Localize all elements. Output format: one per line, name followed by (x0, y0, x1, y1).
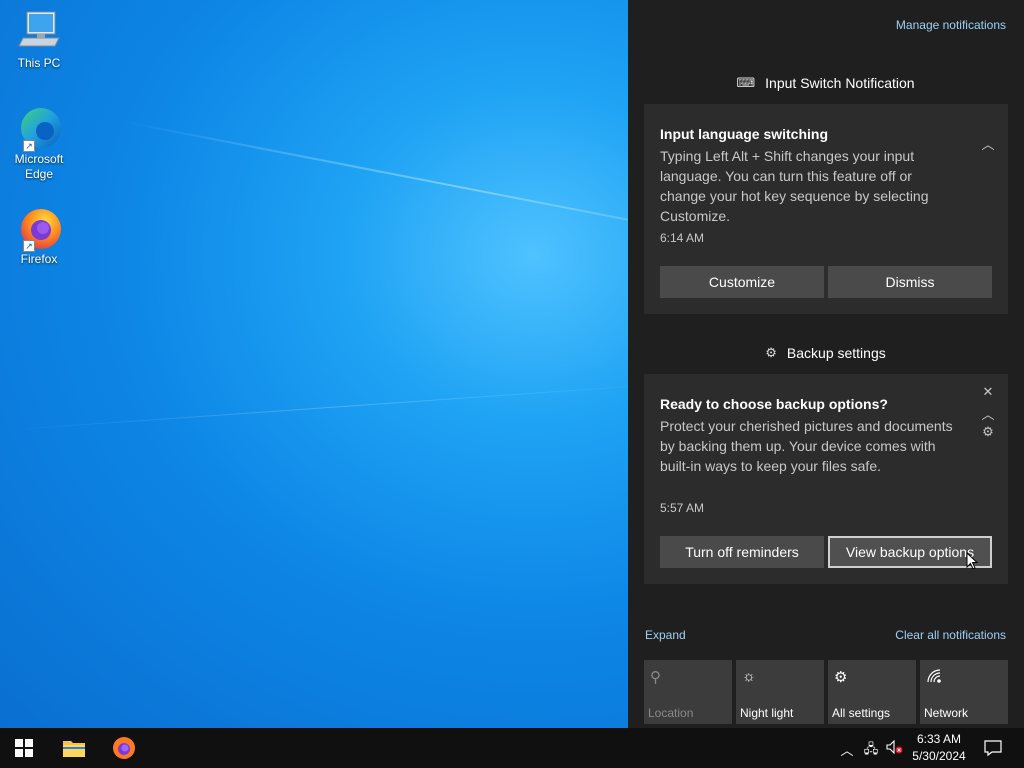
notification-title: Ready to choose backup options? (660, 396, 888, 412)
notification-body: Typing Left Alt + Shift changes your inp… (660, 148, 929, 224)
expand-link[interactable]: Expand (645, 628, 686, 642)
show-hidden-icons-chevron-up-icon[interactable]: ︿ (838, 740, 856, 759)
dismiss-button[interactable]: Dismiss (828, 266, 992, 298)
shortcut-arrow-icon: ↗ (23, 240, 35, 252)
folder-icon (63, 741, 85, 757)
customize-button[interactable]: Customize (660, 266, 824, 298)
quick-action-label: Network (924, 706, 969, 720)
desktop-icon-label: Microsoft Edge (14, 152, 64, 181)
settings-gear-icon[interactable]: ⚙ (980, 424, 996, 440)
computer-icon (15, 8, 63, 56)
taskbar: ︿ 🖧 6:33 AM 5/30/2024 (0, 728, 1024, 768)
notification-group-header-backup[interactable]: ⚙ Backup settings (644, 343, 1007, 363)
quick-action-night-light[interactable]: ☼ Night light (736, 660, 824, 724)
brightness-icon: ☼ (742, 668, 756, 685)
quick-action-label: Night light (740, 706, 794, 720)
clear-all-notifications-link[interactable]: Clear all notifications (895, 628, 1006, 642)
close-icon[interactable]: ✕ (980, 384, 996, 400)
wallpaper-light-beam (119, 120, 628, 256)
quick-action-all-settings[interactable]: ⚙ All settings (828, 660, 916, 724)
action-center-panel: Manage notifications ⌨ Input Switch Noti… (628, 0, 1024, 728)
notification-card-backup[interactable]: Ready to choose backup options? ✕ ︿ ⚙ Pr… (644, 374, 1008, 584)
notification-body: Protect your cherished pictures and docu… (660, 418, 953, 474)
wallpaper-light-beam (0, 381, 628, 431)
clock-time: 6:33 AM (916, 732, 962, 746)
notification-card-input-language[interactable]: Input language switching ︿ Typing Left A… (644, 104, 1008, 314)
quick-action-label: Location (648, 706, 694, 720)
notification-time: 5:57 AM (660, 501, 705, 515)
edge-icon: ↗ (15, 104, 63, 152)
notification-icon (984, 740, 1002, 757)
quick-action-location[interactable]: ⚲ Location (644, 660, 732, 724)
group-header-label: Input Switch Notification (765, 75, 915, 91)
gear-icon: ⚙ (765, 345, 777, 360)
quick-action-network[interactable]: Network (920, 660, 1008, 724)
quick-action-label: All settings (832, 706, 891, 720)
clock-date: 5/30/2024 (912, 749, 966, 763)
turn-off-reminders-button[interactable]: Turn off reminders (660, 536, 824, 568)
desktop-icon-edge[interactable]: ↗ Microsoft Edge (6, 104, 72, 182)
taskbar-clock[interactable]: 6:33 AM 5/30/2024 (908, 731, 970, 765)
manage-notifications-link[interactable]: Manage notifications (896, 18, 1006, 32)
desktop: This PC ↗ Microsoft Edge ↗ Firefox (0, 0, 628, 728)
collapse-chevron-up-icon[interactable]: ︿ (980, 134, 996, 153)
notification-group-header-input-switch[interactable]: ⌨ Input Switch Notification (644, 73, 1007, 93)
firefox-icon: ↗ (15, 204, 63, 252)
keyboard-icon: ⌨ (736, 75, 756, 90)
gear-icon: ⚙ (834, 669, 848, 686)
network-icon (926, 668, 942, 688)
desktop-icon-label: Firefox (20, 252, 58, 266)
group-header-label: Backup settings (786, 345, 886, 361)
notification-title: Input language switching (660, 126, 828, 142)
desktop-icon-firefox[interactable]: ↗ Firefox (6, 204, 72, 267)
desktop-icon-label: This PC (17, 56, 61, 70)
volume-muted-icon[interactable] (886, 739, 904, 757)
location-icon: ⚲ (650, 669, 661, 686)
collapse-chevron-up-icon[interactable]: ︿ (980, 404, 996, 423)
notification-time: 6:14 AM (660, 231, 705, 245)
mouse-cursor-icon (966, 551, 979, 575)
network-status-icon[interactable]: 🖧 (862, 740, 880, 762)
desktop-icon-this-pc[interactable]: This PC (6, 8, 72, 71)
action-center-button[interactable] (976, 728, 1010, 768)
windows-logo-icon (15, 739, 33, 757)
shortcut-arrow-icon: ↗ (23, 140, 35, 152)
file-explorer-taskbar-button[interactable] (50, 728, 98, 768)
firefox-icon (113, 737, 135, 759)
start-button[interactable] (0, 728, 48, 768)
firefox-taskbar-button[interactable] (100, 728, 148, 768)
